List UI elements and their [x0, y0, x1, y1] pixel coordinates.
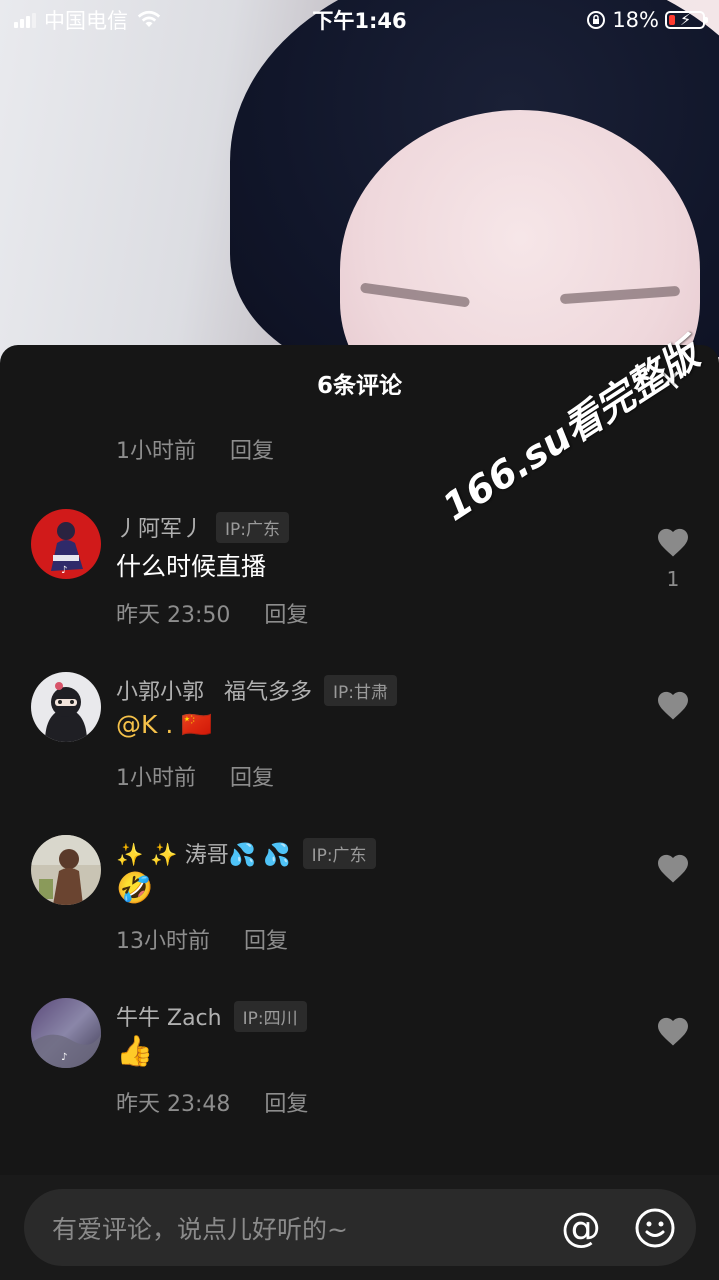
heart-icon[interactable] — [655, 851, 691, 887]
comment-time: 昨天 23:48 — [116, 1092, 231, 1117]
previous-comment-meta: 1小时前 回复 — [116, 433, 274, 465]
username[interactable]: 小郭小郭 — [116, 674, 204, 706]
reply-button[interactable]: 回复 — [264, 1086, 308, 1118]
ip-badge: IP:甘肃 — [324, 674, 398, 706]
username[interactable]: 丿阿军丿 — [116, 511, 204, 543]
ip-badge: IP:四川 — [233, 1000, 307, 1032]
video-background — [0, 0, 719, 380]
comment-input-bar: 有爱评论，说点儿好听的~ @ — [0, 1175, 719, 1280]
emoji-icon[interactable] — [634, 1207, 676, 1249]
comment-input[interactable]: 有爱评论，说点儿好听的~ @ — [24, 1189, 696, 1266]
user-signature: 福气多多 — [224, 680, 313, 705]
svg-text:♪: ♪ — [61, 565, 67, 576]
status-time: 下午1:46 — [312, 9, 407, 33]
comment-meta: 13小时前 回复 — [116, 923, 288, 955]
avatar[interactable]: ♪ — [31, 509, 101, 579]
status-left: 中国电信 — [14, 5, 162, 35]
username[interactable]: 牛牛 Zach — [116, 1000, 222, 1032]
avatar[interactable] — [31, 835, 101, 905]
ip-badge: IP:广东 — [302, 837, 376, 869]
rotation-lock-icon — [587, 11, 606, 29]
comment-text-mention[interactable]: @K . 🇨🇳 — [116, 710, 212, 740]
mention-at-icon[interactable]: @ — [558, 1205, 604, 1251]
status-right: 18% ⚡ — [586, 8, 708, 32]
reply-button[interactable]: 回复 — [230, 760, 274, 792]
signal-icon — [14, 12, 36, 28]
comment-meta: 昨天 23:50 回复 — [116, 597, 308, 629]
comment-time: 1小时前 — [116, 766, 196, 791]
comment-time: 1小时前 — [116, 439, 196, 464]
comment-header: ✨ ✨ 涛哥💦 💦 IP:广东 — [116, 837, 376, 869]
username[interactable]: ✨ ✨ 涛哥💦 💦 — [116, 837, 291, 869]
comment-sheet: 6条评论 ✕ 1小时前 回复 ♪ 丿阿军丿 IP:广东 什么时候直播 昨天 23… — [0, 345, 719, 1280]
carrier-label: 中国电信 — [44, 9, 128, 33]
ip-badge: IP:广东 — [216, 511, 290, 543]
comment-input-placeholder[interactable]: 有爱评论，说点儿好听的~ — [52, 1210, 558, 1246]
avatar[interactable] — [31, 672, 101, 742]
avatar[interactable]: ♪ — [31, 998, 101, 1068]
comment-header: 小郭小郭 福气多多 IP:甘肃 — [116, 674, 398, 706]
heart-icon[interactable] — [655, 525, 691, 561]
wifi-icon — [137, 10, 161, 27]
reply-button[interactable]: 回复 — [244, 923, 288, 955]
comment-text[interactable]: 👍 — [116, 1034, 153, 1069]
like-count: 1 — [666, 567, 680, 591]
comment-header: 丿阿军丿 IP:广东 — [116, 511, 290, 543]
comment-count-title: 6条评论 — [316, 373, 402, 399]
comment-text[interactable]: 什么时候直播 — [116, 547, 266, 583]
status-bar: 中国电信 下午1:46 18% ⚡ — [0, 0, 719, 40]
comment-meta: 昨天 23:48 回复 — [116, 1086, 308, 1118]
comment-text[interactable]: 🤣 — [116, 871, 153, 906]
reply-button[interactable]: 回复 — [230, 433, 274, 465]
svg-text:♪: ♪ — [61, 1052, 67, 1063]
reply-button[interactable]: 回复 — [264, 597, 308, 629]
comment-time: 13小时前 — [116, 929, 210, 954]
comment-header: 牛牛 Zach IP:四川 — [116, 1000, 307, 1032]
heart-icon[interactable] — [655, 688, 691, 724]
comment-time: 昨天 23:50 — [116, 603, 231, 628]
battery-percent: 18% — [612, 8, 659, 32]
battery-charging-icon: ⚡ — [665, 10, 708, 29]
comment-meta: 1小时前 回复 — [116, 760, 274, 792]
heart-icon[interactable] — [655, 1014, 691, 1050]
